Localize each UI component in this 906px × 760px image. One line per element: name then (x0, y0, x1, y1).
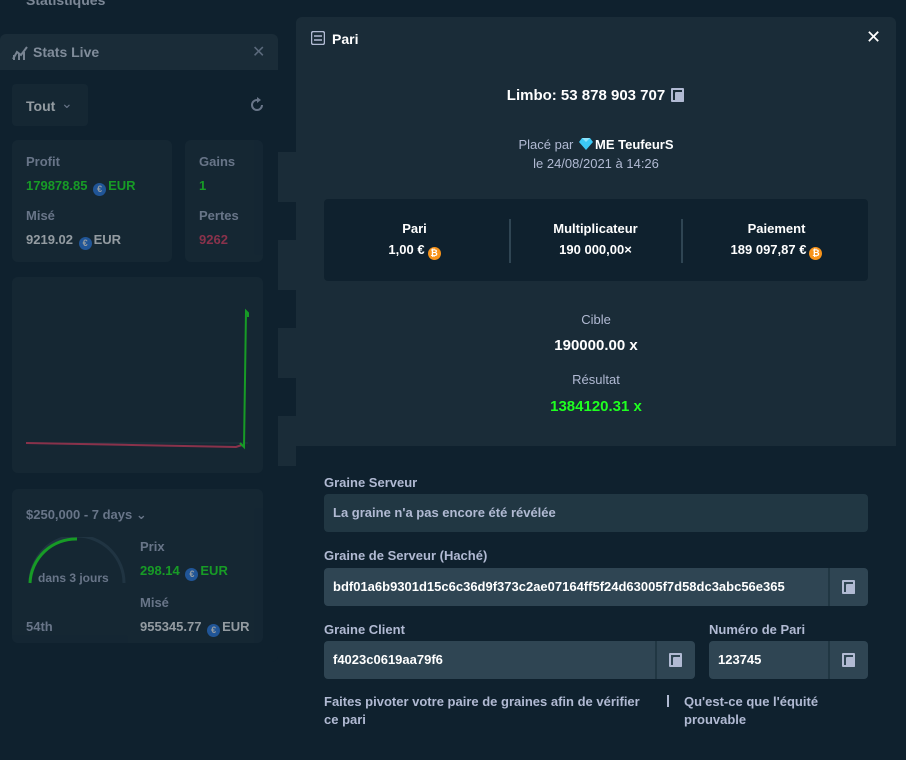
copy-icon (842, 653, 856, 667)
profit-line (25, 308, 249, 450)
modal-title: Pari (332, 31, 359, 47)
profit-value: 179878.85 € EUR (26, 178, 136, 196)
payout: Paiement 189 097,87 € ₿ (686, 221, 867, 260)
profit-card: Profit 179878.85 € EUR Misé 9219.02 € EUR (12, 140, 172, 262)
diamond-icon (579, 138, 594, 150)
server-seed-label: Graine Serveur (324, 475, 418, 490)
page-title: Statistiques (26, 0, 106, 8)
modal-header: Pari ✕ (296, 17, 896, 59)
client-seed-field[interactable]: f4023c0619aa79f6 (324, 641, 695, 679)
race-timer: dans 3 jours (38, 571, 109, 585)
target-value: 190000.00 x (554, 337, 638, 354)
placed-by: Placé par ME TeufeurS le 24/08/2021 à 14… (518, 137, 674, 171)
losses-label: Pertes (199, 208, 239, 223)
wagered-value: 9219.02 € EUR (26, 232, 122, 250)
copy-client-seed-button[interactable] (655, 641, 695, 679)
bet-details-modal: Pari ✕ Limbo: 53 878 903 707 Placé par M… (296, 17, 896, 760)
profit-chart (12, 277, 263, 473)
server-seed-field: La graine n'a pas encore été révélée (324, 494, 868, 532)
chevron-down-icon: ⌄ (135, 507, 147, 522)
nonce-label: Numéro de Pari (709, 622, 806, 637)
bet-date: le 24/08/2021 à 14:26 (533, 156, 659, 171)
race-rank: 54th (26, 619, 53, 634)
hashed-seed-field[interactable]: bdf01a6b9301d15c6c36d9f373c2ae07164ff5f2… (324, 568, 868, 606)
wagered-label: Misé (26, 208, 55, 223)
wins-value: 1 (199, 178, 207, 193)
profit-label: Profit (26, 154, 60, 169)
username[interactable]: ME TeufeurS (595, 137, 674, 152)
bet-summary: Pari 1,00 € ₿ Multiplicateur 190 000,00× … (324, 199, 868, 281)
refresh-icon[interactable] (249, 97, 265, 113)
provably-fair-link[interactable]: Qu'est-ce que l'équité prouvable (684, 693, 864, 729)
eur-coin-icon: € (185, 568, 199, 581)
race-wagered-value: 955345.77 € EUR (140, 619, 250, 637)
bet-slip-icon (311, 31, 325, 45)
stats-body: Tout ⌄ Profit 179878.85 € EUR Misé 9219.0… (0, 34, 278, 662)
filter-dropdown[interactable]: Tout ⌄ (12, 84, 88, 126)
copy-icon[interactable] (671, 88, 685, 102)
multiplier: Multiplicateur 190 000,00× (553, 221, 638, 257)
eur-coin-icon: € (93, 183, 107, 196)
close-icon[interactable]: ✕ (866, 27, 881, 48)
prize-value: 298.14 € EUR (140, 563, 228, 581)
target-label: Cible (581, 312, 611, 327)
eur-coin-icon: € (207, 624, 221, 637)
bet-amount: Pari 1,00 € ₿ (324, 221, 505, 260)
chevron-down-icon: ⌄ (61, 95, 73, 111)
race-wagered-label: Misé (140, 595, 169, 610)
divider (667, 695, 669, 707)
copy-icon (842, 580, 856, 594)
copy-nonce-button[interactable] (828, 641, 868, 679)
table-row (278, 240, 298, 290)
copy-icon (669, 653, 683, 667)
race-title[interactable]: $250,000 - 7 days ⌄ (26, 507, 147, 523)
wins-label: Gains (199, 154, 236, 169)
result-label: Résultat (572, 372, 620, 387)
race-card: $250,000 - 7 days ⌄ dans 3 jours 54th Pr… (12, 489, 263, 643)
eur-coin-icon: € (78, 237, 92, 250)
filter-label: Tout (26, 98, 56, 114)
rotate-seeds-link[interactable]: Faites pivoter votre paire de graines af… (324, 693, 654, 729)
provably-fair-section: Graine Serveur La graine n'a pas encore … (296, 446, 896, 760)
btc-coin-icon: ₿ (809, 247, 823, 260)
table-row (278, 152, 298, 202)
nonce-field[interactable]: 123745 (709, 641, 868, 679)
divider (681, 219, 683, 263)
hashed-seed-label: Graine de Serveur (Haché) (324, 548, 488, 563)
btc-coin-icon: ₿ (427, 247, 441, 260)
stats-live-panel: Stats Live ✕ Tout ⌄ Profit 179878.85 € EU… (0, 34, 278, 662)
bet-id: Limbo: 53 878 903 707 (296, 87, 896, 104)
copy-hashed-seed-button[interactable] (828, 568, 868, 606)
table-row (278, 328, 298, 378)
table-row (278, 416, 298, 466)
losses-value: 9262 (199, 232, 228, 247)
wins-card: Gains 1 Pertes 9262 (185, 140, 263, 262)
prize-label: Prix (140, 539, 165, 554)
result-value: 1384120.31 x (550, 398, 642, 415)
client-seed-label: Graine Client (324, 622, 405, 637)
